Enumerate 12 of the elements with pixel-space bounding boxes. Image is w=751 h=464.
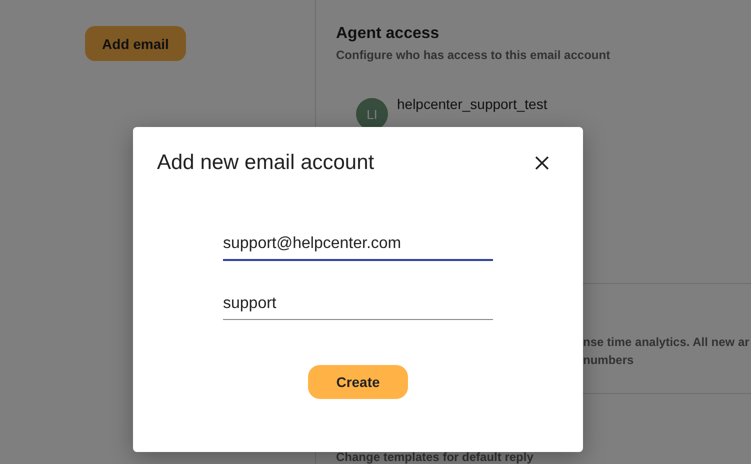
dialog-title: Add new email account (157, 151, 374, 175)
input-field[interactable]: support@helpcenter.com (223, 231, 493, 261)
section-title: Agent access (336, 24, 440, 44)
agent-name: helpcenter_support_test (397, 96, 548, 112)
create-button[interactable]: Create (308, 365, 408, 399)
section-description: numbers (583, 352, 635, 370)
section-subtitle: Change templates for default reply (336, 450, 534, 464)
section-subtitle: Configure who has access to this email account (336, 48, 612, 62)
avatar: LI (356, 98, 388, 130)
section-description: nse time analytics. All new ar (583, 334, 750, 352)
input-field[interactable]: support (223, 291, 493, 320)
close-icon[interactable] (534, 155, 550, 171)
